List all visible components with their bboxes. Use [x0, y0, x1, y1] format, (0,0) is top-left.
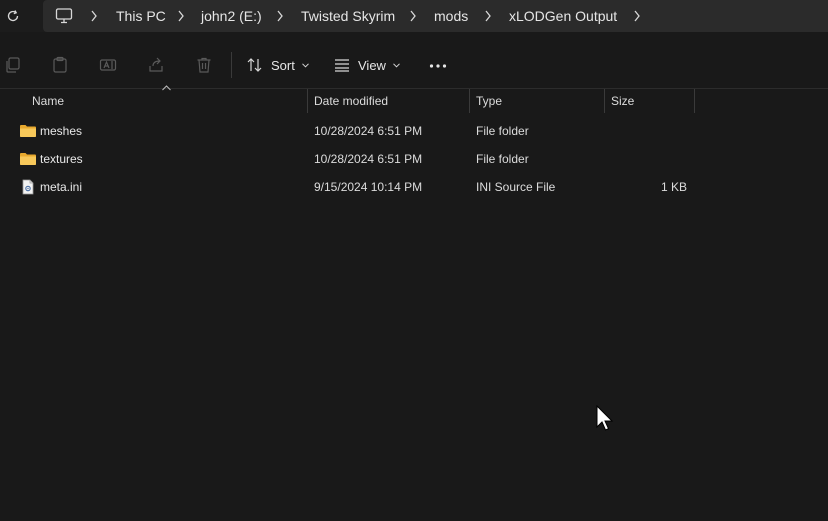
file-row-meta-ini[interactable]: meta.ini 9/15/2024 10:14 PM INI Source F… [0, 173, 828, 201]
breadcrumb-xlodgen-output[interactable]: xLODGen Output [509, 8, 617, 24]
view-icon [335, 59, 349, 72]
command-bar: Sort View [0, 32, 828, 89]
chevron-right-icon[interactable] [633, 10, 641, 22]
file-type: File folder [476, 152, 529, 166]
view-label: View [358, 57, 386, 73]
file-date-modified: 10/28/2024 6:51 PM [314, 152, 423, 166]
column-resize-handle[interactable] [469, 89, 470, 113]
file-name: meta.ini [40, 180, 83, 194]
refresh-icon [7, 10, 19, 22]
file-type: INI Source File [476, 180, 556, 194]
file-name: meshes [40, 124, 83, 138]
file-name: textures [40, 152, 83, 166]
file-date-modified: 9/15/2024 10:14 PM [314, 180, 423, 194]
file-type: File folder [476, 124, 529, 138]
file-date-modified: 10/28/2024 6:51 PM [314, 124, 423, 138]
paste-icon[interactable] [51, 56, 69, 74]
chevron-right-icon[interactable] [177, 10, 185, 22]
copy-icon[interactable] [4, 56, 22, 74]
chevron-down-icon [301, 62, 309, 68]
column-header-type[interactable]: Type [476, 94, 502, 108]
file-size: 1 KB [660, 180, 687, 194]
chevron-right-icon[interactable] [409, 10, 417, 22]
mouse-cursor-icon [596, 405, 614, 431]
breadcrumb-this-pc[interactable]: This PC [116, 8, 166, 24]
ini-file-icon [22, 179, 34, 195]
column-resize-handle[interactable] [604, 89, 605, 113]
breadcrumb-drive[interactable]: john2 (E:) [201, 8, 262, 24]
navigation-bar: This PC john2 (E:) Twisted Skyrim mods x… [0, 0, 828, 32]
address-bar[interactable]: This PC john2 (E:) Twisted Skyrim mods x… [43, 0, 828, 32]
chevron-down-icon [393, 62, 400, 68]
toolbar-divider [231, 52, 232, 78]
column-header-size[interactable]: Size [611, 94, 634, 108]
sort-label: Sort [271, 57, 295, 73]
chevron-right-icon[interactable] [90, 10, 98, 22]
column-resize-handle[interactable] [307, 89, 308, 113]
sort-button[interactable]: Sort [247, 55, 309, 75]
computer-icon [55, 8, 73, 24]
delete-icon[interactable] [195, 56, 213, 74]
view-button[interactable]: View [334, 55, 400, 75]
folder-icon [20, 125, 36, 137]
refresh-button[interactable] [4, 6, 22, 26]
column-resize-handle[interactable] [694, 89, 695, 113]
folder-icon [20, 153, 36, 165]
chevron-right-icon[interactable] [484, 10, 492, 22]
column-header-name[interactable]: Name [32, 94, 64, 108]
chevron-right-icon[interactable] [276, 10, 284, 22]
share-icon[interactable] [147, 56, 165, 74]
breadcrumb-twisted-skyrim[interactable]: Twisted Skyrim [301, 8, 395, 24]
column-header-date[interactable]: Date modified [314, 94, 388, 108]
sort-icon [247, 58, 262, 72]
column-header-row: Name Date modified Type Size [0, 89, 828, 113]
breadcrumb-mods[interactable]: mods [434, 8, 468, 24]
file-row-meshes[interactable]: meshes 10/28/2024 6:51 PM File folder [0, 117, 828, 145]
rename-icon[interactable] [99, 56, 117, 74]
more-options-icon[interactable] [429, 57, 447, 75]
file-row-textures[interactable]: textures 10/28/2024 6:51 PM File folder [0, 145, 828, 173]
